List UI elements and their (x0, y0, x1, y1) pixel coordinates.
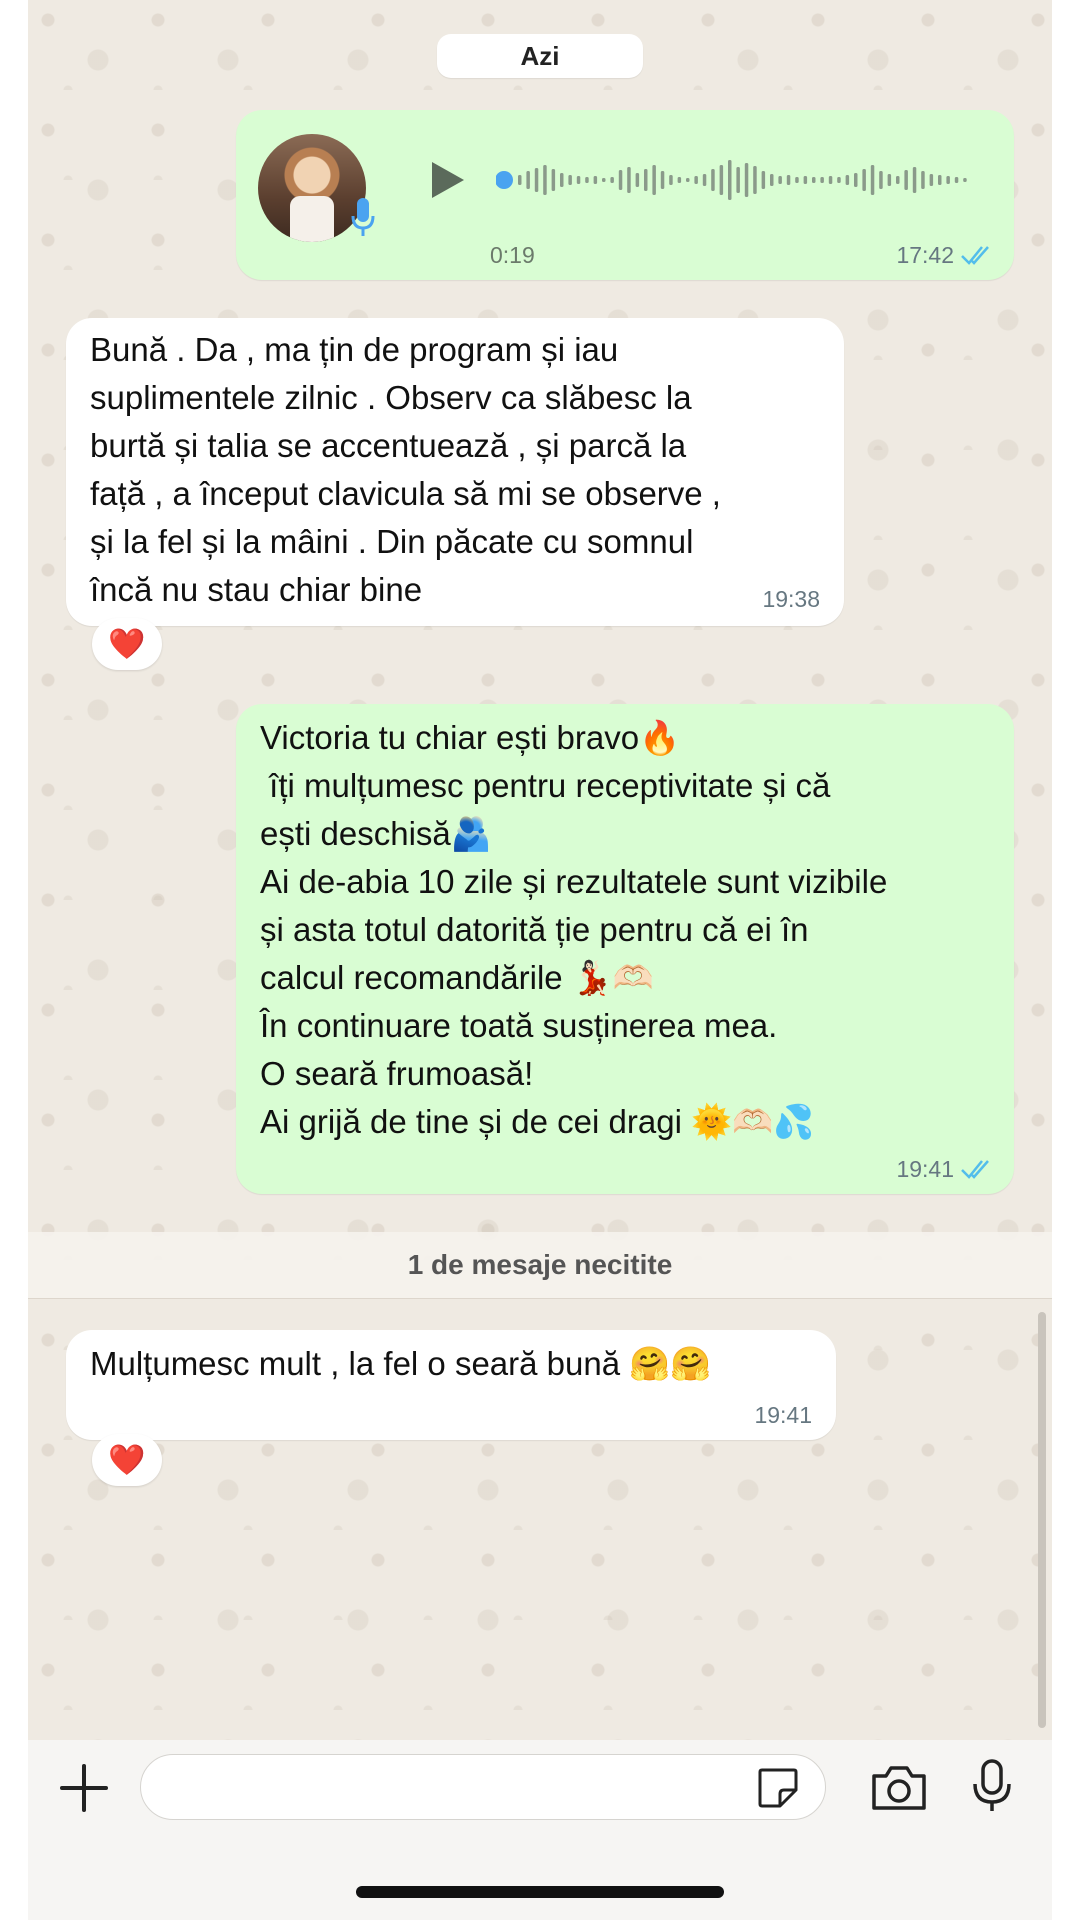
message-input[interactable] (140, 1754, 826, 1820)
read-ticks-icon (961, 1160, 989, 1179)
voice-duration: 0:19 (490, 242, 535, 268)
microphone-icon[interactable] (970, 1758, 1014, 1814)
incoming-message-bubble[interactable]: Bună . Da , ma țin de program și iau sup… (66, 318, 844, 626)
message-time: 19:41 (754, 1402, 812, 1428)
message-text: Victoria tu chiar ești bravo🔥 îți mulțum… (260, 719, 888, 1140)
date-separator: Azi (437, 34, 643, 78)
heart-reaction[interactable]: ❤️ (92, 1434, 162, 1486)
audio-waveform[interactable] (496, 150, 982, 210)
message-text: Mulțumesc mult , la fel o seară bună 🤗🤗 (90, 1345, 712, 1382)
scrollbar[interactable] (1038, 1312, 1046, 1728)
outgoing-message-bubble[interactable]: Victoria tu chiar ești bravo🔥 îți mulțum… (236, 704, 1014, 1194)
unread-messages-banner: 1 de mesaje necitite (28, 1232, 1052, 1299)
heart-reaction[interactable]: ❤️ (92, 618, 162, 670)
message-time: 17:42 (896, 242, 954, 268)
message-time: 19:41 (896, 1156, 954, 1182)
read-ticks-icon (961, 246, 989, 265)
message-time: 19:38 (762, 586, 820, 612)
home-indicator[interactable] (356, 1886, 724, 1898)
incoming-message-bubble[interactable]: Mulțumesc mult , la fel o seară bună 🤗🤗 … (66, 1330, 836, 1440)
plus-icon[interactable] (58, 1762, 110, 1814)
message-text: Bună . Da , ma țin de program și iau sup… (90, 331, 721, 608)
camera-icon[interactable] (870, 1764, 928, 1812)
sticker-icon[interactable] (756, 1766, 800, 1810)
play-icon[interactable] (424, 158, 468, 202)
voice-message-bubble[interactable]: 0:19 17:42 (236, 110, 1014, 280)
microphone-badge-icon (351, 198, 375, 236)
